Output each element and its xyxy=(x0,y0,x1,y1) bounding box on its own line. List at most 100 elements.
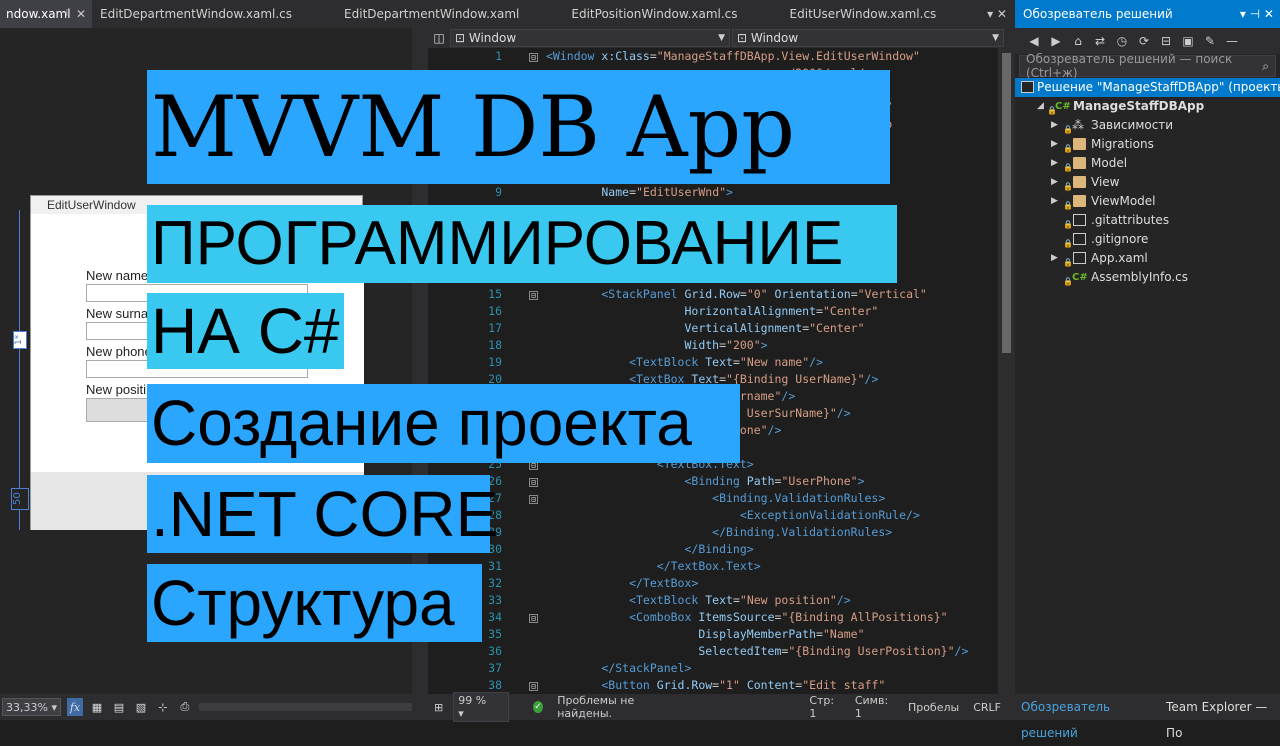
tab-edit-user-window-xaml[interactable]: ndow.xaml ⊣ ✕ xyxy=(0,0,92,28)
tab-edit-department-window-xaml[interactable]: EditDepartmentWindow.xaml xyxy=(344,0,519,28)
solution-item[interactable]: ▶ 🔒 Migrations xyxy=(1015,135,1280,154)
designer-zoom-dropdown[interactable]: 33,33% ▾ xyxy=(2,698,61,716)
folder-icon xyxy=(1073,138,1086,150)
code-line[interactable]: 15 ⊟ <StackPanel Grid.Row="0" Orientation… xyxy=(428,287,998,304)
effects-toggle-button[interactable]: fx xyxy=(66,698,83,716)
expand-arrow-icon[interactable]: ▶ xyxy=(1051,173,1058,192)
overlay-title-programming: ПРОГРАММИРОВАНИЕ xyxy=(147,205,897,283)
line-ending-mode[interactable]: CRLF xyxy=(973,701,1001,714)
code-token: <Button xyxy=(546,678,657,692)
tab-team-explorer[interactable]: Team Explorer — По xyxy=(1160,694,1280,740)
code-token: "Center" xyxy=(822,304,879,318)
code-line[interactable]: 29 </Binding.ValidationRules> xyxy=(428,525,998,542)
tab-overflow-controls[interactable]: ▾ ✕ xyxy=(987,0,1007,28)
preview-icon[interactable]: — xyxy=(1223,34,1241,48)
expand-arrow-icon[interactable]: ▶ xyxy=(1051,249,1058,268)
solution-node[interactable]: Решение "ManageStaffDBApp" (проекты xyxy=(1015,78,1280,97)
element-scope-dropdown[interactable]: ⊡ Window ▼ xyxy=(450,29,730,47)
project-node[interactable]: ◢ 🔒 C# ManageStaffDBApp xyxy=(1015,97,1280,116)
collapse-icon[interactable]: ⊟ xyxy=(529,495,538,504)
solution-item[interactable]: ▶ 🔒 ⁂ Зависимости xyxy=(1015,116,1280,135)
problems-indicator[interactable]: ✓ Проблемы не найдены. xyxy=(532,694,690,720)
element-member-dropdown[interactable]: ⊡ Window ▼ xyxy=(732,29,1004,47)
collapse-icon[interactable]: ⊟ xyxy=(529,614,538,623)
collapse-icon[interactable]: ⊟ xyxy=(529,291,538,300)
code-line[interactable]: 16 HorizontalAlignment="Center" xyxy=(428,304,998,321)
solution-item[interactable]: ▶ 🔒 ViewModel xyxy=(1015,192,1280,211)
editor-status-bar: ⊞ 99 % ▾ ✓ Проблемы не найдены. Стр: 1 С… xyxy=(428,692,1015,722)
code-line[interactable]: 26 ⊟ <Binding Path="UserPhone"> xyxy=(428,474,998,491)
back-icon[interactable]: ◀ xyxy=(1025,34,1043,48)
tab-edit-user-window-xaml-cs[interactable]: EditUserWindow.xaml.cs xyxy=(790,0,937,28)
code-line[interactable]: 1 ⊟ <Window x:Class="ManageStaffDBApp.View… xyxy=(428,49,998,66)
history-icon[interactable]: ◷ xyxy=(1113,34,1131,48)
code-line[interactable]: 17 VerticalAlignment="Center" xyxy=(428,321,998,338)
home-icon[interactable]: ⌂ xyxy=(1069,34,1087,48)
tab-solution-explorer[interactable]: Обозреватель решений xyxy=(1015,694,1160,740)
pin-icon[interactable]: ⊣ xyxy=(59,0,68,28)
close-icon[interactable]: ✕ xyxy=(76,0,86,28)
code-vertical-scrollbar[interactable] xyxy=(998,48,1015,694)
split-horizontal-icon[interactable]: ⊞ xyxy=(434,701,443,714)
row-size-tag-50[interactable]: 50 xyxy=(11,488,29,510)
overlay-title-mvvm: MVVM DB App xyxy=(147,70,890,184)
collapse-icon[interactable]: ⊟ xyxy=(529,53,538,62)
solution-search-input[interactable]: Обозреватель решений — поиск (Ctrl+ж) ⌕ xyxy=(1019,52,1276,80)
code-line[interactable]: 33 <TextBlock Text="New position"/> xyxy=(428,593,998,610)
collapse-icon[interactable]: ⊟ xyxy=(529,682,538,691)
code-line[interactable]: 37 </StackPanel> xyxy=(428,661,998,678)
solution-item-label: ViewModel xyxy=(1091,194,1156,208)
show-all-files-icon[interactable]: ▣ xyxy=(1179,34,1197,48)
new-surname-label: New surna xyxy=(86,306,149,321)
code-line[interactable]: 30 </Binding> xyxy=(428,542,998,559)
code-line[interactable]: 32 </TextBox> xyxy=(428,576,998,593)
code-line[interactable]: 27 ⊟ <Binding.ValidationRules> xyxy=(428,491,998,508)
code-token: "ManageStaffDBApp.View.EditUserWindow" xyxy=(656,49,920,63)
checker-icon[interactable]: ▧ xyxy=(133,698,149,716)
row-size-tag-star[interactable]: 1* xyxy=(13,331,27,349)
expand-arrow-icon[interactable]: ▶ xyxy=(1051,154,1058,173)
panel-window-controls[interactable]: ▾ ⊣ ✕ xyxy=(1240,7,1274,21)
code-text: <ComboBox ItemsSource="{Binding AllPosit… xyxy=(546,610,948,624)
properties-icon[interactable]: ✎ xyxy=(1201,34,1219,48)
expanded-arrow-icon[interactable]: ◢ xyxy=(1037,97,1044,116)
project-code-icon[interactable]: ⎙ xyxy=(177,698,193,716)
grid-icon[interactable]: ▦ xyxy=(89,698,105,716)
code-line[interactable]: 28 <ExceptionValidationRule/> xyxy=(428,508,998,525)
whitespace-mode[interactable]: Пробелы xyxy=(908,701,959,714)
snap-lines-icon[interactable]: ⊹ xyxy=(155,698,171,716)
code-line[interactable]: 38 ⊟ <Button Grid.Row="1" Content="Edit s… xyxy=(428,678,998,694)
code-line[interactable]: 36 SelectedItem="{Binding UserPosition}"… xyxy=(428,644,998,661)
expand-arrow-icon[interactable]: ▶ xyxy=(1051,192,1058,211)
editor-zoom-dropdown[interactable]: 99 % ▾ xyxy=(453,692,509,722)
forward-icon[interactable]: ▶ xyxy=(1047,34,1065,48)
designer-horizontal-scrollbar[interactable] xyxy=(198,703,412,711)
code-line[interactable]: 31 </TextBox.Text> xyxy=(428,559,998,576)
expand-arrow-icon[interactable]: ▶ xyxy=(1051,135,1058,154)
tab-edit-department-window-xaml-cs[interactable]: EditDepartmentWindow.xaml.cs xyxy=(100,0,292,28)
solution-item[interactable]: ▶ 🔒 App.xaml xyxy=(1015,249,1280,268)
folder-icon xyxy=(1073,195,1086,207)
expand-arrow-icon[interactable]: ▶ xyxy=(1051,116,1058,135)
code-line[interactable]: 35 DisplayMemberPath="Name" xyxy=(428,627,998,644)
collapse-icon[interactable]: ⊟ xyxy=(529,478,538,487)
snap-grid-icon[interactable]: ▤ xyxy=(111,698,127,716)
solution-item[interactable]: 🔒 .gitattributes xyxy=(1015,211,1280,230)
solution-item[interactable]: 🔒 .gitignore xyxy=(1015,230,1280,249)
collapse-all-icon[interactable]: ⊟ xyxy=(1157,34,1175,48)
solution-item[interactable]: 🔒 C# AssemblyInfo.cs xyxy=(1015,268,1280,287)
tab-edit-position-window-xaml-cs[interactable]: EditPositionWindow.xaml.cs xyxy=(571,0,737,28)
switch-views-icon[interactable]: ⇄ xyxy=(1091,34,1109,48)
code-line[interactable]: 9 Name="EditUserWnd"> xyxy=(428,185,998,202)
code-line[interactable]: 18 Width="200"> xyxy=(428,338,998,355)
solution-item[interactable]: ▶ 🔒 Model xyxy=(1015,154,1280,173)
sync-icon[interactable]: ⟳ xyxy=(1135,34,1153,48)
scrollbar-thumb[interactable] xyxy=(1002,53,1011,353)
solution-item[interactable]: ▶ 🔒 View xyxy=(1015,173,1280,192)
split-toggle-icon[interactable]: ◫ xyxy=(428,31,450,45)
code-token: = xyxy=(732,593,740,607)
code-line[interactable]: 34 ⊟ <ComboBox ItemsSource="{Binding AllP… xyxy=(428,610,998,627)
fx-icon: fx xyxy=(69,700,81,714)
code-text: HorizontalAlignment="Center" xyxy=(546,304,878,318)
code-line[interactable]: 19 <TextBlock Text="New name"/> xyxy=(428,355,998,372)
